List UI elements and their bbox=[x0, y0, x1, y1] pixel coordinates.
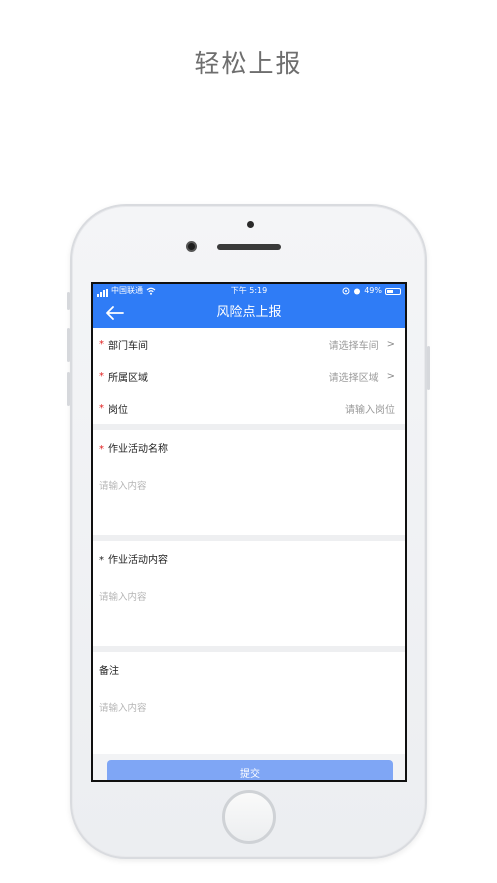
department-placeholder: 请选择车间 bbox=[328, 340, 379, 352]
required-mark: * bbox=[99, 338, 104, 350]
remarks-input[interactable] bbox=[99, 700, 389, 740]
nav-title: 风险点上报 bbox=[216, 305, 282, 320]
power-button bbox=[427, 346, 430, 390]
status-bar: 中国联通 下午 5:19 49% bbox=[93, 284, 405, 298]
required-mark: * bbox=[99, 402, 104, 414]
sensor-dot bbox=[247, 221, 254, 228]
location-icon bbox=[342, 287, 350, 295]
arrow-left-icon[interactable] bbox=[105, 305, 125, 321]
remarks-block: 备注 bbox=[93, 652, 405, 757]
form-section-basic: * 部门车间 请选择车间 > * 所属区域 请选择区域 > * 岗位 请输入岗位 bbox=[93, 328, 405, 424]
remarks-label: 备注 bbox=[99, 666, 119, 677]
post-row[interactable]: * 岗位 请输入岗位 bbox=[93, 392, 405, 424]
activity-content-block: * 作业活动内容 bbox=[93, 541, 405, 646]
post-label: 岗位 bbox=[108, 404, 128, 416]
battery-percent: 49% bbox=[364, 286, 382, 295]
app-screen: 中国联通 下午 5:19 49% 风险点上报 * 部门车间 请选择车间 > * … bbox=[91, 282, 407, 782]
activity-content-label: 作业活动内容 bbox=[108, 555, 168, 566]
chevron-right-icon: > bbox=[386, 338, 395, 350]
activity-name-block: * 作业活动名称 bbox=[93, 430, 405, 535]
area-label: 所属区域 bbox=[108, 372, 148, 384]
nav-bar: 风险点上报 bbox=[93, 298, 405, 328]
submit-bar: 提交 bbox=[93, 754, 405, 780]
area-row[interactable]: * 所属区域 请选择区域 > bbox=[93, 360, 405, 392]
chevron-right-icon: > bbox=[386, 370, 395, 382]
required-mark: * bbox=[99, 370, 104, 382]
page-headline: 轻松上报 bbox=[194, 49, 303, 78]
volume-down-button bbox=[67, 372, 70, 406]
activity-name-input[interactable] bbox=[99, 478, 389, 518]
submit-button[interactable]: 提交 bbox=[107, 760, 393, 780]
alarm-icon bbox=[354, 288, 361, 295]
post-input[interactable]: 请输入岗位 bbox=[345, 401, 395, 416]
department-row[interactable]: * 部门车间 请选择车间 > bbox=[93, 328, 405, 360]
activity-content-input[interactable] bbox=[99, 589, 389, 629]
mute-switch bbox=[67, 292, 70, 310]
required-mark: * bbox=[99, 555, 104, 566]
area-placeholder: 请选择区域 bbox=[328, 372, 379, 384]
earpiece-speaker bbox=[217, 244, 281, 250]
activity-name-label: 作业活动名称 bbox=[108, 444, 168, 455]
required-mark: * bbox=[99, 444, 104, 455]
volume-up-button bbox=[67, 328, 70, 362]
home-button[interactable] bbox=[222, 790, 276, 844]
phone-frame: 中国联通 下午 5:19 49% 风险点上报 * 部门车间 请选择车间 > * … bbox=[67, 204, 430, 859]
department-label: 部门车间 bbox=[108, 340, 148, 352]
battery-icon bbox=[385, 288, 401, 295]
front-camera bbox=[186, 241, 197, 252]
